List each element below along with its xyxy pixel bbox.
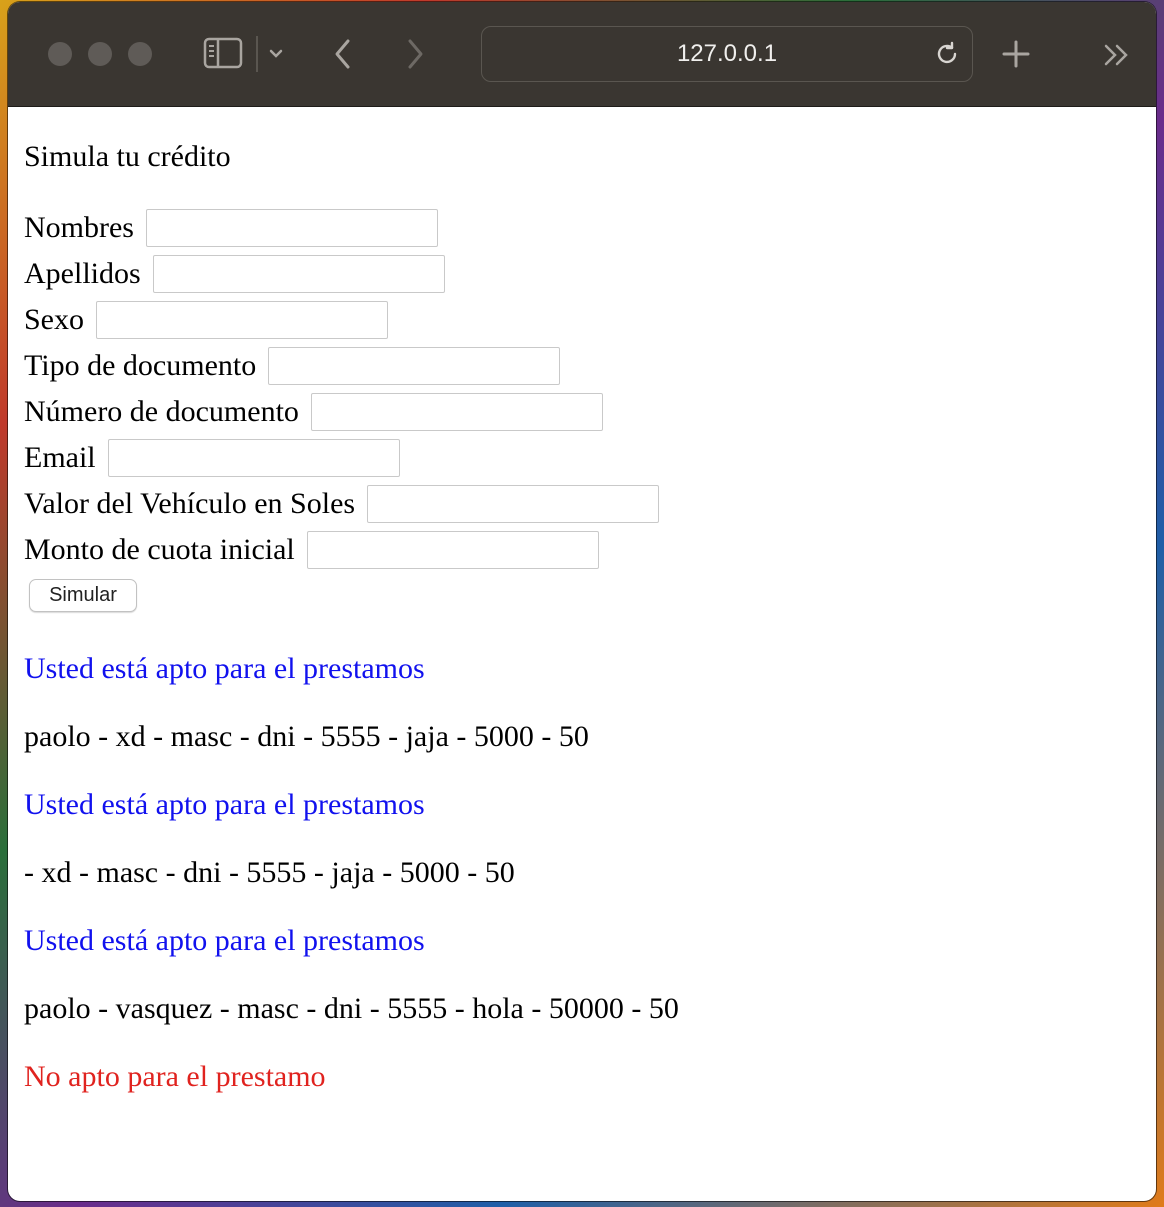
result-no-apto-message: No apto para el prestamo bbox=[24, 1060, 326, 1093]
browser-toolbar: 127.0.0.1 bbox=[8, 2, 1156, 107]
minimize-window-button[interactable] bbox=[88, 42, 112, 66]
browser-window: 127.0.0.1 Simula tu crédito Nombres Apel… bbox=[8, 2, 1156, 1201]
form-row-apellidos: Apellidos bbox=[24, 254, 445, 294]
numero-documento-label: Número de documento bbox=[24, 395, 299, 428]
form-row-numero-documento: Número de documento bbox=[24, 392, 603, 432]
nombres-input[interactable] bbox=[145, 209, 438, 247]
simular-button[interactable]: Simular bbox=[29, 579, 137, 612]
sidebar-icon[interactable] bbox=[202, 36, 244, 70]
result-detail-line: - xd - masc - dni - 5555 - jaja - 5000 -… bbox=[24, 856, 515, 889]
close-window-button[interactable] bbox=[48, 42, 72, 66]
cuota-inicial-label: Monto de cuota inicial bbox=[24, 533, 295, 566]
result-apto-message: Usted está apto para el prestamos bbox=[24, 652, 425, 685]
valor-vehiculo-input[interactable] bbox=[367, 485, 660, 523]
email-input[interactable] bbox=[107, 439, 400, 477]
numero-documento-input[interactable] bbox=[310, 393, 603, 431]
reload-icon[interactable] bbox=[932, 39, 962, 69]
zoom-window-button[interactable] bbox=[128, 42, 152, 66]
result-apto-message: Usted está apto para el prestamos bbox=[24, 924, 425, 957]
back-arrow-icon[interactable] bbox=[328, 36, 358, 72]
nombres-label: Nombres bbox=[24, 211, 134, 244]
sexo-label: Sexo bbox=[24, 303, 84, 336]
form-row-cuota-inicial: Monto de cuota inicial bbox=[24, 530, 599, 570]
double-chevron-right-icon[interactable] bbox=[1100, 38, 1134, 72]
result-apto-message: Usted está apto para el prestamos bbox=[24, 788, 425, 821]
apellidos-label: Apellidos bbox=[24, 257, 141, 290]
toolbar-divider bbox=[256, 36, 258, 72]
form-row-email: Email bbox=[24, 438, 400, 478]
page-content: Simula tu crédito Nombres Apellidos Sexo… bbox=[24, 106, 1156, 1201]
tipo-documento-label: Tipo de documento bbox=[24, 349, 257, 382]
email-label: Email bbox=[24, 441, 96, 474]
form-row-tipo-documento: Tipo de documento bbox=[24, 346, 561, 386]
sexo-input[interactable] bbox=[96, 301, 388, 339]
cuota-inicial-input[interactable] bbox=[306, 531, 599, 569]
result-detail-line: paolo - xd - masc - dni - 5555 - jaja - … bbox=[24, 720, 589, 753]
valor-vehiculo-label: Valor del Vehículo en Soles bbox=[24, 487, 356, 520]
new-tab-icon[interactable] bbox=[998, 36, 1034, 72]
form-row-nombres: Nombres bbox=[24, 208, 438, 248]
apellidos-input[interactable] bbox=[152, 255, 445, 293]
form-row-valor-vehiculo: Valor del Vehículo en Soles bbox=[24, 484, 660, 524]
forward-arrow-icon[interactable] bbox=[400, 36, 430, 72]
tipo-documento-input[interactable] bbox=[268, 347, 561, 385]
result-detail-line: paolo - vasquez - masc - dni - 5555 - ho… bbox=[24, 992, 679, 1025]
url-text[interactable]: 127.0.0.1 bbox=[482, 40, 972, 68]
page-title: Simula tu crédito bbox=[24, 140, 231, 173]
form-row-sexo: Sexo bbox=[24, 300, 388, 340]
chevron-down-icon[interactable] bbox=[266, 42, 286, 66]
address-bar[interactable]: 127.0.0.1 bbox=[481, 26, 973, 82]
